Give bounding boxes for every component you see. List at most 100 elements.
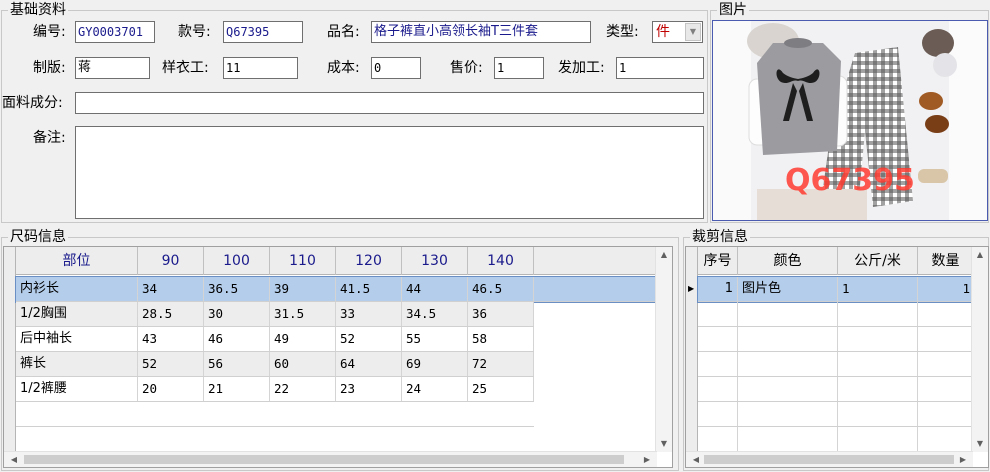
empty-cell[interactable]: [838, 327, 918, 351]
size-grid-hscroll[interactable]: ◀ ▶: [4, 451, 657, 467]
table-row[interactable]: 内衫长 34 36.5 39 41.5 44 46.5: [15, 276, 658, 303]
size-col-part[interactable]: 部位: [16, 247, 138, 275]
table-row-empty[interactable]: [698, 327, 974, 352]
size-grid-hscroll-thumb[interactable]: [24, 455, 624, 464]
table-row-empty[interactable]: [16, 427, 534, 452]
size-cell[interactable]: 49: [270, 327, 336, 351]
empty-cell[interactable]: [698, 427, 738, 451]
size-cell[interactable]: 31.5: [270, 302, 336, 326]
empty-cell[interactable]: [738, 377, 838, 401]
product-name-field[interactable]: 格子裤直小高领长袖T三件套: [371, 21, 591, 43]
cut-grid-hscroll[interactable]: ◀ ▶: [686, 451, 973, 467]
size-cell[interactable]: 43: [138, 327, 204, 351]
size-cell[interactable]: 20: [138, 377, 204, 401]
empty-cell[interactable]: [738, 327, 838, 351]
size-cell[interactable]: 21: [204, 377, 270, 401]
size-cell[interactable]: 41.5: [336, 277, 402, 301]
price-field[interactable]: 1: [494, 57, 544, 79]
size-cell[interactable]: 33: [336, 302, 402, 326]
size-col-140[interactable]: 140: [468, 247, 534, 275]
size-col-120[interactable]: 120: [336, 247, 402, 275]
cut-grid-vscroll[interactable]: ▲ ▼: [971, 247, 988, 452]
empty-cell[interactable]: [698, 302, 738, 326]
scroll-left-icon[interactable]: ◀: [688, 453, 704, 467]
table-row[interactable]: 1/2胸围 28.5 30 31.5 33 34.5 36: [16, 302, 534, 327]
size-cell[interactable]: 30: [204, 302, 270, 326]
size-cell[interactable]: 52: [336, 327, 402, 351]
cut-grid[interactable]: ▶ 序号 颜色 公斤/米 数量 1 图片色 1 1 ▲ ▼ ◀ ▶: [685, 246, 989, 468]
remark-field[interactable]: [75, 126, 704, 219]
empty-cell[interactable]: [738, 427, 838, 451]
cut-cell-kg[interactable]: 1: [838, 277, 918, 301]
empty-cell[interactable]: [698, 327, 738, 351]
empty-cell[interactable]: [698, 352, 738, 376]
size-cell[interactable]: 23: [336, 377, 402, 401]
table-row-empty[interactable]: [698, 352, 974, 377]
table-row-empty[interactable]: [698, 302, 974, 327]
size-cell[interactable]: 39: [270, 277, 336, 301]
scroll-right-icon[interactable]: ▶: [639, 453, 655, 467]
cut-col-kg-m[interactable]: 公斤/米: [838, 247, 918, 275]
style-no-field[interactable]: Q67395: [223, 21, 303, 43]
size-cell[interactable]: 69: [402, 352, 468, 376]
table-row-empty[interactable]: [698, 427, 974, 452]
size-cell[interactable]: 内衫长: [16, 277, 138, 301]
table-row[interactable]: 后中袖长 43 46 49 52 55 58: [16, 327, 534, 352]
size-col-90[interactable]: 90: [138, 247, 204, 275]
empty-cell[interactable]: [838, 427, 918, 451]
size-cell[interactable]: 56: [204, 352, 270, 376]
cut-cell-color[interactable]: 图片色: [738, 277, 838, 301]
cut-cell-qty[interactable]: 1: [918, 277, 974, 301]
scroll-down-icon[interactable]: ▼: [972, 437, 988, 451]
empty-cell[interactable]: [838, 402, 918, 426]
empty-cell[interactable]: [838, 377, 918, 401]
empty-cell[interactable]: [738, 302, 838, 326]
empty-cell[interactable]: [698, 377, 738, 401]
table-row-empty[interactable]: [698, 402, 974, 427]
chevron-down-icon[interactable]: ▼: [685, 23, 701, 41]
size-cell[interactable]: 24: [402, 377, 468, 401]
code-field[interactable]: GY0003701: [75, 21, 155, 43]
size-cell[interactable]: 46: [204, 327, 270, 351]
cut-cell-seq[interactable]: 1: [698, 277, 738, 301]
size-grid[interactable]: 部位 90 100 110 120 130 140 内衫长 34 36.5 39…: [3, 246, 673, 468]
scroll-up-icon[interactable]: ▲: [656, 248, 672, 262]
size-cell[interactable]: 后中袖长: [16, 327, 138, 351]
size-cell[interactable]: 60: [270, 352, 336, 376]
table-row-empty[interactable]: [16, 402, 534, 427]
cut-col-qty[interactable]: 数量: [918, 247, 974, 275]
size-col-110[interactable]: 110: [270, 247, 336, 275]
sample-worker-field[interactable]: 11: [223, 57, 298, 79]
empty-cell[interactable]: [838, 302, 918, 326]
table-row[interactable]: 1/2裤腰 20 21 22 23 24 25: [16, 377, 534, 402]
size-cell[interactable]: 1/2胸围: [16, 302, 138, 326]
cut-col-color[interactable]: 颜色: [738, 247, 838, 275]
type-select[interactable]: 件 ▼: [652, 21, 703, 43]
empty-cell[interactable]: [838, 352, 918, 376]
size-cell[interactable]: 64: [336, 352, 402, 376]
size-cell[interactable]: 22: [270, 377, 336, 401]
size-cell[interactable]: 36.5: [204, 277, 270, 301]
size-col-130[interactable]: 130: [402, 247, 468, 275]
table-row[interactable]: 裤长 52 56 60 64 69 72: [16, 352, 534, 377]
size-cell[interactable]: 裤长: [16, 352, 138, 376]
cut-col-seq[interactable]: 序号: [698, 247, 738, 275]
size-col-100[interactable]: 100: [204, 247, 270, 275]
cost-field[interactable]: 0: [371, 57, 421, 79]
outsource-field[interactable]: 1: [616, 57, 704, 79]
scroll-down-icon[interactable]: ▼: [656, 437, 672, 451]
size-cell[interactable]: 36: [468, 302, 534, 326]
scroll-up-icon[interactable]: ▲: [972, 248, 988, 262]
size-cell[interactable]: 58: [468, 327, 534, 351]
scroll-right-icon[interactable]: ▶: [955, 453, 971, 467]
size-cell[interactable]: 28.5: [138, 302, 204, 326]
fabric-field[interactable]: [75, 92, 704, 114]
size-cell[interactable]: 1/2裤腰: [16, 377, 138, 401]
size-cell[interactable]: 34: [138, 277, 204, 301]
size-cell[interactable]: 34.5: [402, 302, 468, 326]
scroll-left-icon[interactable]: ◀: [6, 453, 22, 467]
size-cell[interactable]: 46.5: [468, 277, 534, 301]
size-cell[interactable]: 44: [402, 277, 468, 301]
table-row[interactable]: 1 图片色 1 1: [697, 276, 975, 303]
size-cell[interactable]: 72: [468, 352, 534, 376]
